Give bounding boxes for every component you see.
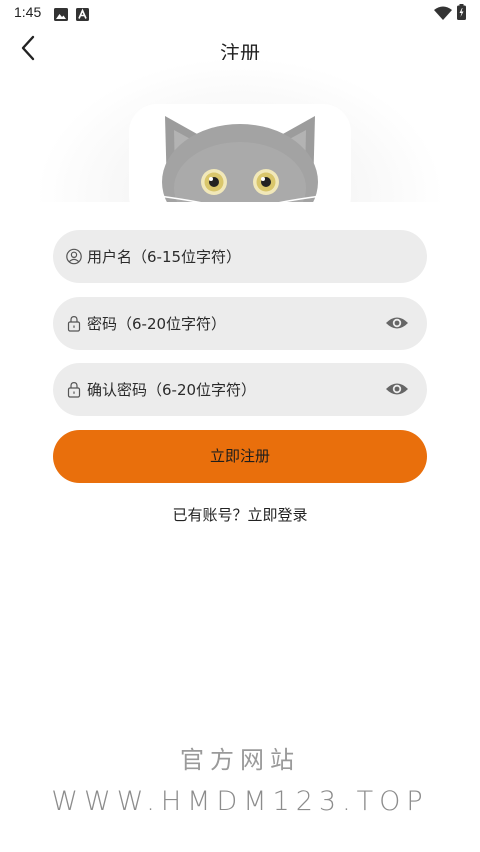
lock-icon — [66, 381, 82, 398]
status-bar: 1:45 — [0, 0, 480, 26]
lock-icon — [66, 315, 82, 332]
hero-fade — [0, 202, 480, 230]
wifi-icon — [434, 5, 452, 24]
a-icon — [76, 6, 89, 25]
gallery-icon — [54, 6, 68, 25]
password-input[interactable] — [87, 297, 377, 350]
confirm-password-field[interactable] — [53, 363, 427, 416]
username-input[interactable] — [87, 230, 377, 283]
eye-icon[interactable] — [385, 313, 409, 333]
username-field[interactable] — [53, 230, 427, 283]
watermark-url: WWW.HMDM123.TOP — [51, 786, 429, 817]
watermark-title: 官方网站 — [180, 746, 300, 774]
battery-icon — [457, 4, 466, 24]
register-button[interactable]: 立即注册 — [53, 430, 427, 483]
user-icon — [66, 248, 82, 265]
eye-icon[interactable] — [385, 379, 409, 399]
login-link[interactable]: 已有账号？立即登录 — [0, 504, 480, 525]
status-time: 1:45 — [14, 4, 42, 20]
confirm-password-input[interactable] — [87, 363, 377, 416]
password-field[interactable] — [53, 297, 427, 350]
